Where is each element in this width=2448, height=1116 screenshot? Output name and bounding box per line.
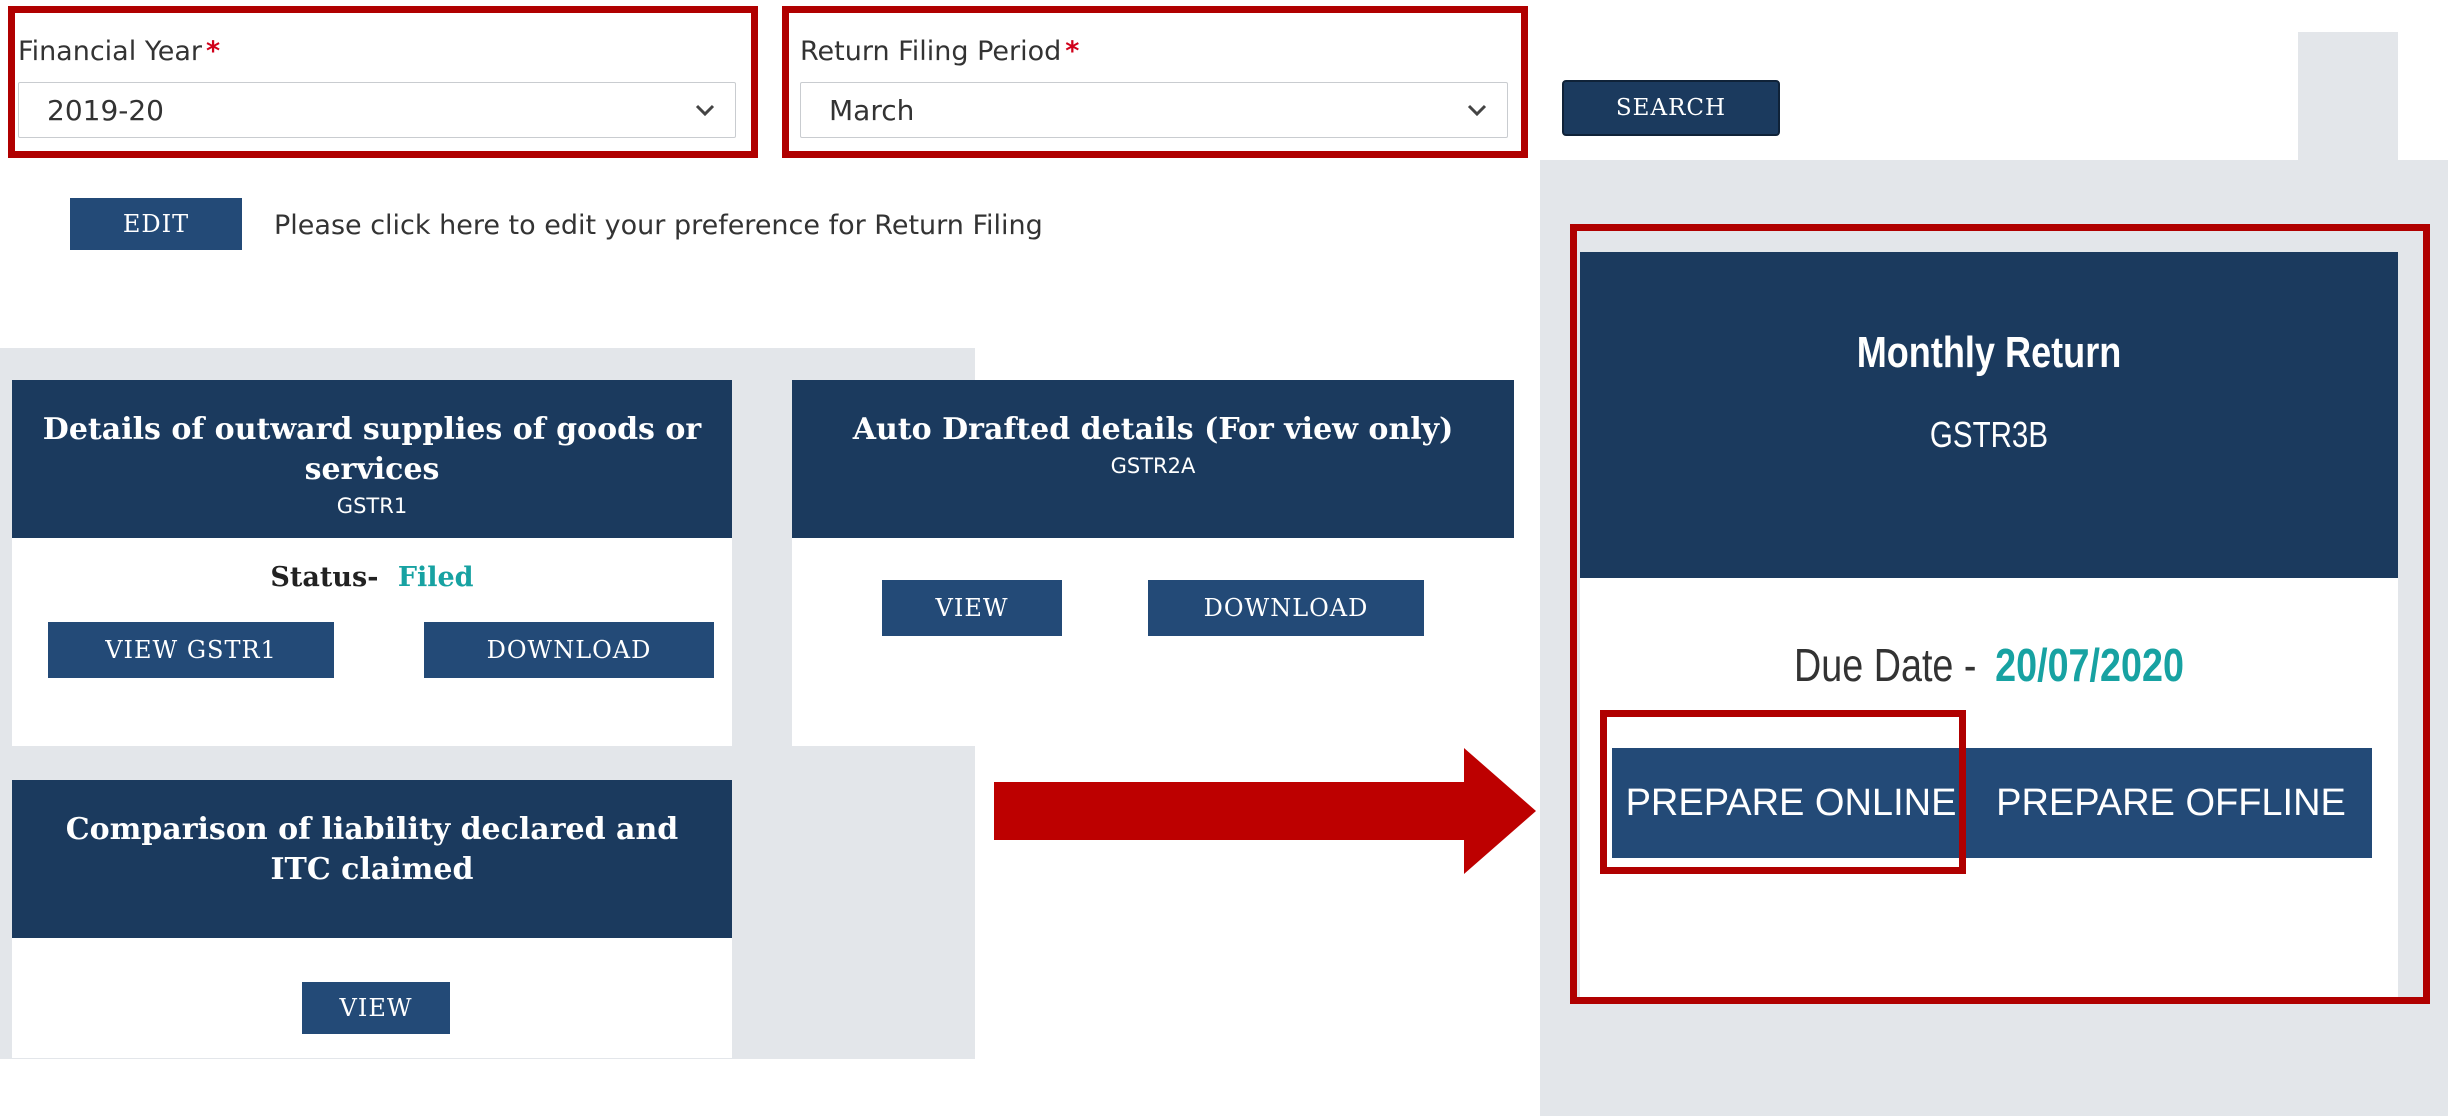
gstr2a-card: Auto Drafted details (For view only) GST… [792, 380, 1514, 746]
gstr3b-highlight [1570, 224, 2430, 1004]
arrow-right-icon [994, 748, 1536, 874]
financial-year-highlight [8, 6, 758, 158]
gstr1-download-button[interactable]: DOWNLOAD [424, 622, 714, 678]
search-button[interactable]: SEARCH [1562, 80, 1780, 136]
comparison-view-button[interactable]: VIEW [302, 982, 450, 1034]
return-period-highlight [782, 6, 1528, 158]
gstr1-status-value: Filed [397, 562, 474, 593]
gstr1-card-header: Details of outward supplies of goods or … [12, 380, 732, 538]
gstr1-card: Details of outward supplies of goods or … [12, 380, 732, 746]
edit-hint-text: Please click here to edit your preferenc… [274, 210, 1043, 241]
view-gstr1-button[interactable]: VIEW GSTR1 [48, 622, 334, 678]
gstr1-status: Status- Filed [12, 562, 732, 593]
comparison-title: Comparison of liability declared and ITC… [65, 812, 679, 887]
comparison-card-header: Comparison of liability declared and ITC… [12, 780, 732, 938]
gstr2a-card-header: Auto Drafted details (For view only) GST… [792, 380, 1514, 538]
gstr2a-download-button[interactable]: DOWNLOAD [1148, 580, 1424, 636]
gstr1-code: GSTR1 [336, 494, 408, 518]
prepare-online-highlight [1600, 710, 1966, 874]
corner-gray-block [2298, 32, 2398, 160]
gstr2a-view-button[interactable]: VIEW [882, 580, 1062, 636]
gstr1-title: Details of outward supplies of goods or … [42, 412, 702, 487]
gstr2a-code: GSTR2A [1110, 454, 1196, 478]
edit-button[interactable]: EDIT [70, 198, 242, 250]
gstr2a-title: Auto Drafted details (For view only) [852, 412, 1454, 447]
comparison-card: Comparison of liability declared and ITC… [12, 780, 732, 1058]
gstr1-status-label: Status- [270, 562, 379, 593]
